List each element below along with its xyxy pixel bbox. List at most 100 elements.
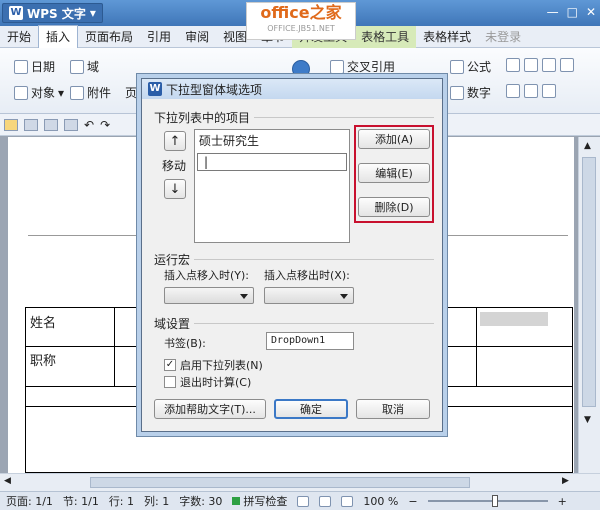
scroll-left-icon[interactable]: ◀ <box>4 476 11 486</box>
macro-group-label: 运行宏 <box>154 253 191 267</box>
wps-logo-icon: W <box>9 6 23 20</box>
insert-object-button[interactable]: 对象 ▾ <box>14 84 64 101</box>
zoom-level: 100 % <box>363 494 399 508</box>
page-view-icon[interactable] <box>297 495 310 507</box>
shading-icon[interactable] <box>506 84 520 98</box>
macro-exit-label: 插入点移出时(X): <box>264 269 350 282</box>
app-menu-button[interactable]: W WPS 文字 ▾ <box>2 3 103 23</box>
scroll-right-icon[interactable]: ▶ <box>562 476 569 486</box>
login-status[interactable]: 未登录 <box>478 26 528 48</box>
zoom-out-icon[interactable]: − <box>408 495 417 508</box>
logo-main-text: office之家 <box>260 3 342 22</box>
dropdown-items-list[interactable]: 硕士研究生 | <box>194 129 350 243</box>
macro-enter-select[interactable] <box>164 287 254 304</box>
checkbox-icon[interactable] <box>524 58 538 72</box>
dialog-title: 下拉型窗体域选项 <box>166 82 263 97</box>
formula-button[interactable]: 公式 <box>450 58 491 75</box>
save-icon[interactable] <box>24 118 38 131</box>
check-icon: ✓ <box>164 359 176 371</box>
chevron-down-icon: ▾ <box>58 85 65 100</box>
maximize-icon[interactable]: □ <box>567 5 578 19</box>
open-folder-icon[interactable] <box>4 118 18 131</box>
chevron-down-icon <box>340 294 348 299</box>
properties-icon[interactable] <box>560 58 574 72</box>
preview-icon[interactable] <box>64 118 78 131</box>
app-title: WPS 文字 <box>27 6 86 21</box>
cancel-button[interactable]: 取消 <box>356 399 430 419</box>
textbox-icon[interactable] <box>506 58 520 72</box>
close-icon[interactable]: ✕ <box>586 5 596 19</box>
scroll-up-icon[interactable]: ▲ <box>584 141 591 151</box>
arrow-up-icon: ↑ <box>169 133 181 149</box>
field-group-header: 域设置 <box>154 315 434 332</box>
zoom-in-icon[interactable]: + <box>558 495 567 508</box>
status-bar: 页面: 1/1 节: 1/1 行: 1 列: 1 字数: 30 拼写检查 100… <box>0 491 600 510</box>
dropdown-icon[interactable] <box>542 58 556 72</box>
eraser-icon[interactable] <box>524 84 538 98</box>
status-col: 列: 1 <box>144 495 170 508</box>
web-view-icon[interactable] <box>341 495 354 507</box>
scroll-down-icon[interactable]: ▼ <box>584 415 591 425</box>
status-page: 页面: 1/1 <box>6 495 53 508</box>
list-group-header: 下拉列表中的项目 <box>154 109 434 126</box>
move-up-button[interactable]: ↑ <box>164 131 186 151</box>
number-button[interactable]: 数字 <box>450 84 491 101</box>
delete-button[interactable]: 删除(D) <box>358 197 430 217</box>
add-help-text-button[interactable]: 添加帮助文字(T)... <box>154 399 266 419</box>
dialog-title-bar[interactable]: W 下拉型窗体域选项 <box>142 79 442 99</box>
macro-enter-label: 插入点移入时(Y): <box>164 269 250 282</box>
scroll-thumb[interactable] <box>582 157 596 407</box>
logo-sub-text: OFFICE.JB51.NET <box>267 24 335 33</box>
cross-reference-button[interactable]: 交叉引用 <box>330 58 395 75</box>
lock-icon[interactable] <box>542 84 556 98</box>
window-controls: — □ ✕ <box>547 5 596 19</box>
print-icon[interactable] <box>44 118 58 131</box>
form-controls-group-2 <box>506 84 556 98</box>
move-label: 移动 <box>162 159 187 173</box>
edit-button[interactable]: 编辑(E) <box>358 163 430 183</box>
bookmark-input[interactable]: DropDown1 <box>266 332 354 350</box>
enable-dropdown-checkbox[interactable]: ✓ 启用下拉列表(N) <box>164 357 263 373</box>
globe-icon[interactable] <box>292 60 310 78</box>
macro-exit-select[interactable] <box>264 287 354 304</box>
new-item-input[interactable]: | <box>197 153 347 171</box>
horizontal-scrollbar[interactable]: ◀ ▶ <box>0 473 600 491</box>
menu-page-layout[interactable]: 页面布局 <box>78 26 140 48</box>
status-section: 节: 1/1 <box>62 495 99 508</box>
redo-icon[interactable]: ↷ <box>100 118 110 132</box>
zoom-slider[interactable] <box>427 495 548 507</box>
move-down-button[interactable]: ↓ <box>164 179 186 199</box>
menu-table-style[interactable]: 表格样式 <box>416 26 478 48</box>
hscroll-thumb[interactable] <box>90 477 470 488</box>
undo-icon[interactable]: ↶ <box>84 118 94 132</box>
macro-group-header: 运行宏 <box>154 251 434 268</box>
insert-date-button[interactable]: 日期 <box>14 58 55 75</box>
spell-check-button[interactable]: 拼写检查 <box>232 493 287 509</box>
menu-insert[interactable]: 插入 <box>38 25 79 48</box>
add-button[interactable]: 添加(A) <box>358 129 430 149</box>
minimize-icon[interactable]: — <box>547 5 559 19</box>
arrow-down-icon: ↓ <box>169 181 181 197</box>
field-icon <box>70 59 84 74</box>
ribbon-page-label: 页 <box>125 86 138 100</box>
list-item[interactable]: 硕士研究生 <box>195 130 349 151</box>
menu-home[interactable]: 开始 <box>0 26 38 48</box>
insert-field-button[interactable]: 域 <box>70 58 99 75</box>
site-logo: office之家 OFFICE.JB51.NET <box>246 2 356 40</box>
wps-logo-icon: W <box>148 82 162 96</box>
insert-attachment-button[interactable]: 附件 <box>70 84 111 101</box>
menu-table-tools[interactable]: 表格工具 <box>354 25 417 48</box>
spell-status-icon <box>232 497 241 505</box>
calendar-icon <box>14 59 28 74</box>
bookmark-label: 书签(B): <box>164 337 206 350</box>
chevron-down-icon: ▾ <box>89 6 96 20</box>
vertical-scrollbar[interactable]: ▲ ▼ <box>578 137 600 473</box>
outline-view-icon[interactable] <box>319 495 332 507</box>
cross-reference-icon <box>330 59 344 74</box>
menu-review[interactable]: 审阅 <box>178 26 216 48</box>
calc-on-exit-checkbox[interactable]: 退出时计算(C) <box>164 374 251 390</box>
form-field-shading[interactable] <box>480 312 548 326</box>
object-icon <box>14 85 28 100</box>
menu-references[interactable]: 引用 <box>140 26 178 48</box>
ok-button[interactable]: 确定 <box>274 399 348 419</box>
